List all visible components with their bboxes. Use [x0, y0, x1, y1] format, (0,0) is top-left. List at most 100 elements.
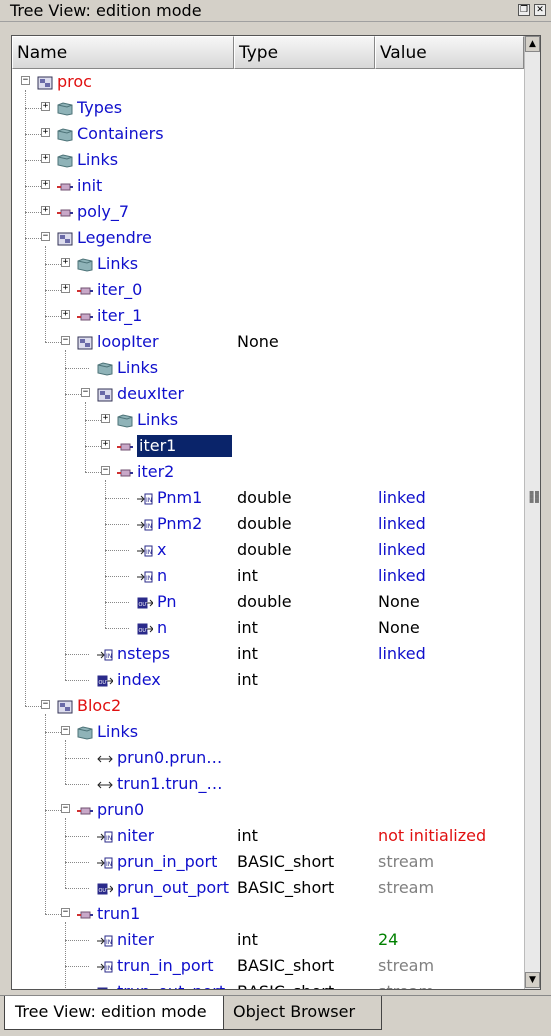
- expand-toggle-icon[interactable]: +: [41, 154, 50, 163]
- tree-item-label[interactable]: Links: [77, 150, 118, 169]
- value-cell[interactable]: linked: [378, 488, 426, 507]
- tree-item-label[interactable]: proc: [57, 72, 92, 91]
- tree-row[interactable]: + iter1: [12, 433, 524, 459]
- tree-row[interactable]: + iter_0: [12, 277, 524, 303]
- tree-item-label[interactable]: prun_out_port: [117, 878, 229, 897]
- collapse-toggle-icon[interactable]: −: [101, 466, 110, 475]
- tree-item-label[interactable]: niter: [117, 826, 154, 845]
- expand-toggle-icon[interactable]: +: [101, 440, 110, 449]
- tree-item-label[interactable]: loopIter: [97, 332, 159, 351]
- tree-item-label[interactable]: iter_1: [97, 306, 142, 325]
- value-cell[interactable]: linked: [378, 514, 426, 533]
- tree-item-label[interactable]: trun_in_port: [117, 956, 214, 975]
- tree-item-label[interactable]: iter1: [136, 434, 233, 458]
- tree-row[interactable]: IN Pnm2 double linked: [12, 511, 524, 537]
- value-cell[interactable]: not initialized: [378, 826, 486, 845]
- tree-row[interactable]: trun1.trun_…: [12, 771, 524, 797]
- collapse-toggle-icon[interactable]: −: [41, 700, 50, 709]
- tree-item-label[interactable]: prun_in_port: [117, 852, 217, 871]
- tree-row[interactable]: IN niter int not initialized: [12, 823, 524, 849]
- tree-row[interactable]: IN nsteps int linked: [12, 641, 524, 667]
- tree-row[interactable]: − iter2: [12, 459, 524, 485]
- value-cell[interactable]: 24: [378, 930, 398, 949]
- column-name-header[interactable]: Name: [12, 36, 234, 69]
- tree-row[interactable]: + poly_7: [12, 199, 524, 225]
- vertical-scrollbar[interactable]: ▲ ▪▪ ▪▪ ▪▪ ▼: [524, 36, 540, 989]
- tree-row[interactable]: Links: [12, 355, 524, 381]
- tree-row[interactable]: − deuxIter: [12, 381, 524, 407]
- tree-item-label[interactable]: Links: [117, 358, 158, 377]
- tree-item-label[interactable]: x: [157, 540, 166, 559]
- tree-row[interactable]: − prun0: [12, 797, 524, 823]
- tree-item-label[interactable]: Pnm2: [157, 514, 202, 533]
- tree-item-label[interactable]: nsteps: [117, 644, 170, 663]
- value-cell[interactable]: linked: [378, 644, 426, 663]
- tree-row[interactable]: OUT n int None: [12, 615, 524, 641]
- expand-toggle-icon[interactable]: +: [41, 206, 50, 215]
- restore-icon[interactable]: ❐: [518, 4, 530, 16]
- tree-item-label[interactable]: Types: [77, 98, 122, 117]
- tree-item-label[interactable]: index: [117, 670, 161, 689]
- collapse-toggle-icon[interactable]: −: [21, 76, 30, 85]
- value-cell[interactable]: None: [378, 618, 420, 637]
- collapse-toggle-icon[interactable]: −: [61, 726, 70, 735]
- collapse-toggle-icon[interactable]: −: [61, 908, 70, 917]
- tree-item-label[interactable]: Links: [97, 254, 138, 273]
- tree-row[interactable]: OUT trun_out_port BASIC_short stream: [12, 979, 524, 989]
- expand-toggle-icon[interactable]: +: [61, 258, 70, 267]
- expand-toggle-icon[interactable]: +: [101, 414, 110, 423]
- tree-item-label[interactable]: prun0.prun…: [117, 748, 222, 767]
- value-cell[interactable]: stream: [378, 956, 434, 975]
- tree-item-label[interactable]: prun0: [97, 800, 144, 819]
- tree-row[interactable]: + init: [12, 173, 524, 199]
- scroll-grip-icon[interactable]: ▪▪ ▪▪ ▪▪: [529, 489, 540, 505]
- collapse-toggle-icon[interactable]: −: [81, 388, 90, 397]
- value-cell[interactable]: linked: [378, 566, 426, 585]
- tree-item-label[interactable]: Bloc2: [77, 696, 121, 715]
- tree-item-label[interactable]: n: [157, 566, 167, 585]
- tree-item-label[interactable]: trun_out_port: [117, 982, 225, 989]
- column-type-header[interactable]: Type: [234, 36, 375, 69]
- value-cell[interactable]: stream: [378, 878, 434, 897]
- expand-toggle-icon[interactable]: +: [41, 128, 50, 137]
- collapse-toggle-icon[interactable]: −: [61, 336, 70, 345]
- tree-item-label[interactable]: iter_0: [97, 280, 142, 299]
- expand-toggle-icon[interactable]: +: [41, 102, 50, 111]
- scroll-down-icon[interactable]: ▼: [525, 972, 540, 988]
- tree-item-label[interactable]: deuxIter: [117, 384, 184, 403]
- tree-row[interactable]: + Containers: [12, 121, 524, 147]
- collapse-toggle-icon[interactable]: −: [61, 804, 70, 813]
- value-cell[interactable]: stream: [378, 982, 434, 989]
- tree-item-label[interactable]: Legendre: [77, 228, 152, 247]
- tree-item-label[interactable]: Containers: [77, 124, 164, 143]
- value-cell[interactable]: linked: [378, 540, 426, 559]
- tree-row[interactable]: − loopIter None: [12, 329, 524, 355]
- tree-row[interactable]: prun0.prun…: [12, 745, 524, 771]
- collapse-toggle-icon[interactable]: −: [41, 232, 50, 241]
- tree-row[interactable]: OUT Pn double None: [12, 589, 524, 615]
- tree-row[interactable]: − trun1: [12, 901, 524, 927]
- tree-row[interactable]: + Links: [12, 407, 524, 433]
- tree-item-label[interactable]: niter: [117, 930, 154, 949]
- expand-toggle-icon[interactable]: +: [61, 284, 70, 293]
- expand-toggle-icon[interactable]: +: [61, 310, 70, 319]
- tree-row[interactable]: − Bloc2: [12, 693, 524, 719]
- column-value-header[interactable]: Value: [375, 36, 524, 69]
- tree-row[interactable]: IN n int linked: [12, 563, 524, 589]
- close-icon[interactable]: ✕: [534, 4, 546, 16]
- tree-item-label[interactable]: Pnm1: [157, 488, 202, 507]
- tree-item-label[interactable]: iter2: [137, 462, 174, 481]
- tree-row[interactable]: − Legendre: [12, 225, 524, 251]
- value-cell[interactable]: None: [378, 592, 420, 611]
- expand-toggle-icon[interactable]: +: [41, 180, 50, 189]
- tree-item-label[interactable]: trun1: [97, 904, 140, 923]
- tree-row[interactable]: OUT index int: [12, 667, 524, 693]
- tree-item-label[interactable]: n: [157, 618, 167, 637]
- tree-row[interactable]: + Links: [12, 251, 524, 277]
- tree-row[interactable]: − proc: [12, 69, 524, 95]
- tree-row[interactable]: IN niter int 24: [12, 927, 524, 953]
- tree-item-label[interactable]: Links: [137, 410, 178, 429]
- tree-row[interactable]: IN Pnm1 double linked: [12, 485, 524, 511]
- tree-row[interactable]: + Types: [12, 95, 524, 121]
- tree-row[interactable]: + Links: [12, 147, 524, 173]
